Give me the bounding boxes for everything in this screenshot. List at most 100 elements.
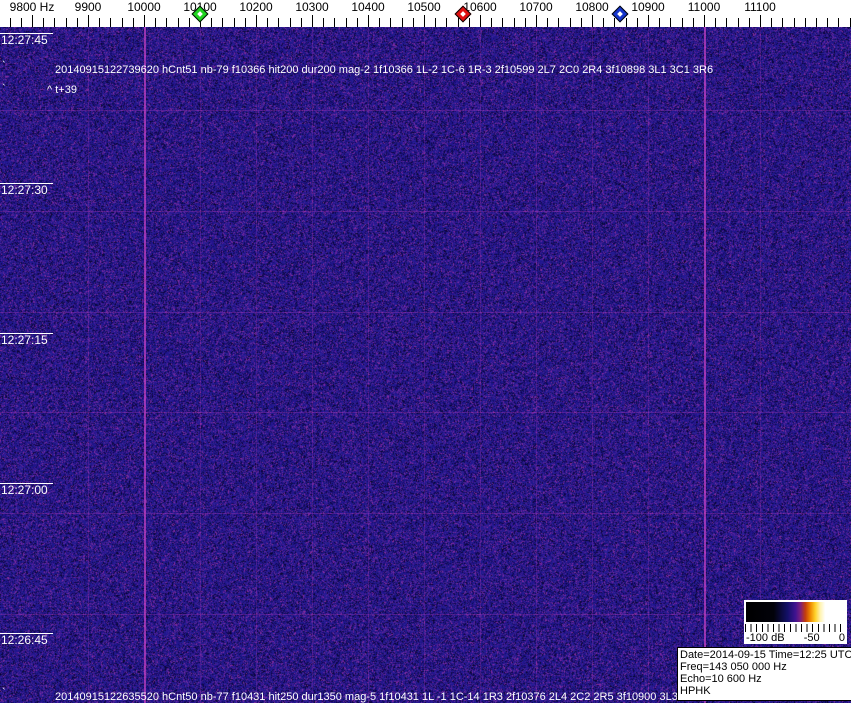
- freq-axis-label: 11000: [688, 0, 720, 14]
- marker-center-dot: [197, 11, 203, 17]
- time-label-text: 12:27:00: [0, 484, 53, 497]
- axis-minor-tick: [301, 18, 302, 27]
- spectrogram-area: ` ` ` 20140915122739620 hCnt51 nb-79 f10…: [0, 27, 851, 703]
- axis-major-tick: [256, 15, 257, 27]
- axis-major-tick: [368, 15, 369, 27]
- axis-minor-tick: [816, 18, 817, 27]
- marker-center-dot: [617, 11, 623, 17]
- axis-major-tick: [480, 15, 481, 27]
- axis-minor-tick: [491, 18, 492, 27]
- axis-major-tick: [312, 15, 313, 27]
- axis-minor-tick: [581, 18, 582, 27]
- time-label: 12:27:30: [0, 183, 53, 197]
- gridline-vertical: [88, 27, 89, 703]
- info-line-station: HPHK: [680, 685, 851, 697]
- axis-minor-tick: [838, 18, 839, 27]
- freq-axis-label: 10900: [631, 0, 664, 14]
- time-label: 12:27:00: [0, 483, 53, 497]
- legend-label-mid: -50: [804, 632, 820, 644]
- axis-minor-tick: [827, 18, 828, 27]
- event-tick-mark: `: [2, 83, 6, 95]
- gridline-horizontal: [0, 412, 851, 413]
- axis-minor-tick: [133, 18, 134, 27]
- axis-minor-tick: [626, 18, 627, 27]
- axis-minor-tick: [110, 18, 111, 27]
- time-label: 12:27:45: [0, 33, 53, 47]
- axis-minor-tick: [805, 18, 806, 27]
- legend-gradient-bar: [746, 602, 845, 622]
- axis-minor-tick: [502, 18, 503, 27]
- freq-axis-label: 10500: [407, 0, 440, 14]
- axis-major-tick: [424, 15, 425, 27]
- axis-minor-tick: [850, 18, 851, 27]
- gridline-vertical: [256, 27, 257, 703]
- time-label-text: 12:26:45: [0, 634, 53, 647]
- axis-minor-tick: [43, 18, 44, 27]
- axis-minor-tick: [234, 18, 235, 27]
- frequency-axis: 9800 Hz990010000101001020010300104001050…: [0, 0, 851, 27]
- gridline-horizontal: [0, 513, 851, 514]
- axis-major-tick: [144, 15, 145, 27]
- gridline-vertical: [592, 27, 593, 703]
- axis-major-tick: [536, 15, 537, 27]
- freq-axis-label: 10700: [519, 0, 552, 14]
- gridline-vertical: [480, 27, 481, 703]
- axis-minor-tick: [782, 18, 783, 27]
- axis-minor-tick: [155, 18, 156, 27]
- axis-major-tick: [760, 15, 761, 27]
- event-tick-mark: `: [2, 687, 6, 699]
- spectrogram-screen: 9800 Hz990010000101001020010300104001050…: [0, 0, 851, 703]
- axis-minor-tick: [21, 18, 22, 27]
- axis-minor-tick: [738, 18, 739, 27]
- freq-axis-label: 10000: [127, 0, 160, 14]
- axis-minor-tick: [54, 18, 55, 27]
- axis-minor-tick: [547, 18, 548, 27]
- freq-axis-label: 9900: [75, 0, 102, 14]
- axis-minor-tick: [749, 18, 750, 27]
- info-line-echo: Echo=10 600 Hz: [680, 673, 851, 685]
- axis-minor-tick: [794, 18, 795, 27]
- axis-minor-tick: [166, 18, 167, 27]
- gridline-horizontal: [0, 312, 851, 313]
- axis-minor-tick: [726, 18, 727, 27]
- axis-minor-tick: [77, 18, 78, 27]
- axis-minor-tick: [402, 18, 403, 27]
- axis-minor-tick: [458, 18, 459, 27]
- axis-major-tick: [32, 15, 33, 27]
- meta-text-bottom: 20140915122635520 hCnt50 nb-77 f10431 hi…: [55, 691, 695, 703]
- gridline-vertical: [648, 27, 649, 703]
- axis-minor-tick: [390, 18, 391, 27]
- freq-axis-label: 10800: [575, 0, 608, 14]
- axis-major-tick: [704, 15, 705, 27]
- info-box: Date=2014-09-15 Time=12:25 UTC Freq=143 …: [677, 647, 851, 701]
- legend-labels: -100 dB -50 0: [746, 632, 845, 644]
- axis-minor-tick: [682, 18, 683, 27]
- axis-minor-tick: [245, 18, 246, 27]
- noise-canvas: [0, 27, 851, 703]
- axis-minor-tick: [413, 18, 414, 27]
- gridline-horizontal: [0, 614, 851, 615]
- meta-text-top: 20140915122739620 hCnt51 nb-79 f10366 hi…: [55, 64, 713, 76]
- freq-axis-label: 10200: [239, 0, 272, 14]
- axis-minor-tick: [435, 18, 436, 27]
- axis-minor-tick: [267, 18, 268, 27]
- db-legend: -100 dB -50 0: [744, 600, 847, 644]
- axis-minor-tick: [334, 18, 335, 27]
- gridline-horizontal: [0, 110, 851, 111]
- axis-minor-tick: [670, 18, 671, 27]
- axis-minor-tick: [10, 18, 11, 27]
- axis-minor-tick: [211, 18, 212, 27]
- axis-minor-tick: [525, 18, 526, 27]
- time-label-text: 12:27:30: [0, 184, 53, 197]
- freq-axis-label: 10300: [295, 0, 328, 14]
- legend-label-max: 0: [839, 632, 845, 644]
- axis-minor-tick: [357, 18, 358, 27]
- event-tick-mark: `: [2, 60, 6, 72]
- legend-label-min: -100 dB: [746, 632, 785, 644]
- freq-axis-label: 9800 Hz: [10, 0, 55, 14]
- marker-center-dot: [460, 11, 466, 17]
- axis-minor-tick: [290, 18, 291, 27]
- axis-minor-tick: [222, 18, 223, 27]
- axis-minor-tick: [66, 18, 67, 27]
- gridline-vertical: [536, 27, 537, 703]
